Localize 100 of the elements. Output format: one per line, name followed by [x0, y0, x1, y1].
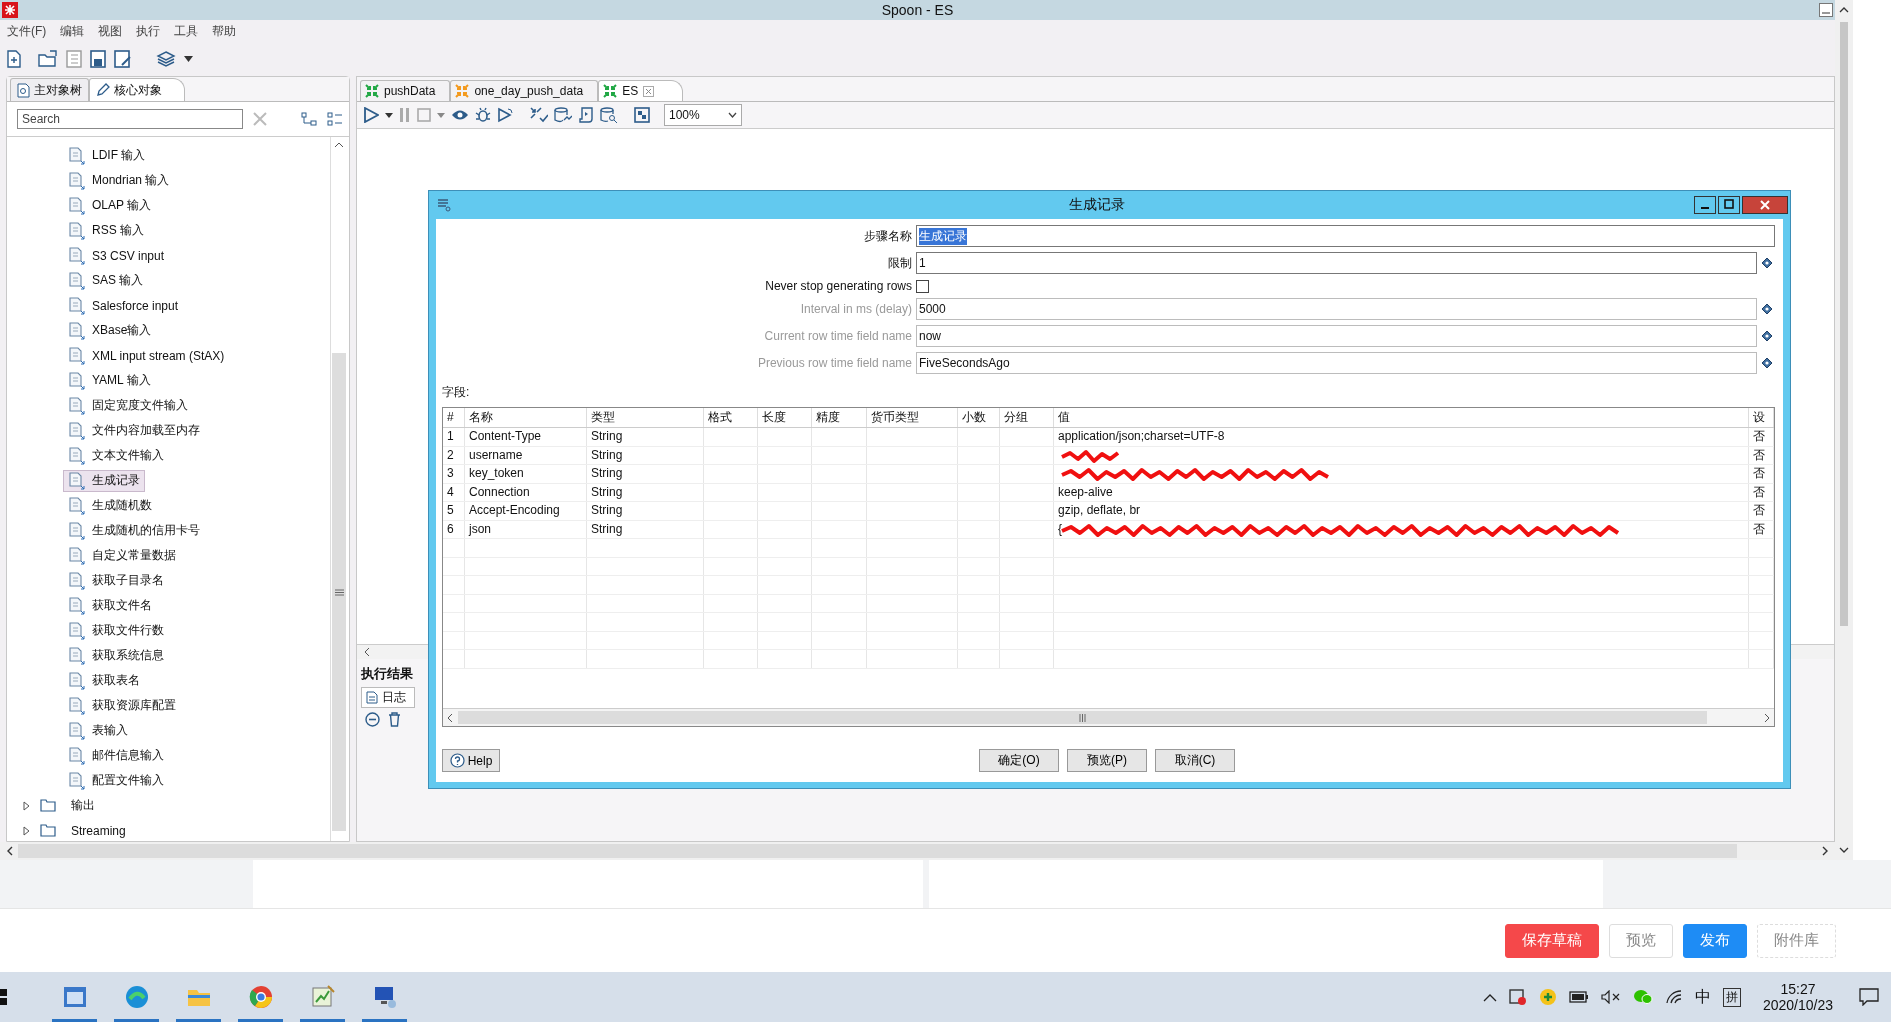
- open-folder-icon[interactable]: [38, 50, 58, 68]
- menu-item[interactable]: 工具: [174, 22, 199, 40]
- menu-item[interactable]: 文件(F): [7, 22, 47, 40]
- column-header[interactable]: 精度: [812, 408, 867, 427]
- scroll-left-icon[interactable]: [6, 846, 14, 856]
- tree-item[interactable]: SAS 输入: [63, 269, 149, 292]
- clock-time[interactable]: 15:27: [1780, 981, 1816, 997]
- input-method-indicator[interactable]: 拼: [1722, 987, 1741, 1007]
- scrollbar[interactable]: [1835, 0, 1853, 860]
- maximize-icon[interactable]: [1718, 196, 1740, 214]
- taskbar-app-icon[interactable]: [61, 984, 88, 1010]
- tree-item[interactable]: S3 CSV input: [63, 244, 170, 267]
- scrollbar[interactable]: [330, 137, 347, 841]
- scroll-up-icon[interactable]: [334, 141, 344, 149]
- start-icon[interactable]: [0, 988, 8, 1006]
- tree-item[interactable]: 获取子目录名: [63, 569, 169, 592]
- panel-tab[interactable]: 主对象树: [10, 78, 89, 101]
- scrollbar[interactable]: [443, 708, 1774, 726]
- menu-item[interactable]: 执行: [136, 22, 161, 40]
- tree-item[interactable]: 获取文件行数: [63, 619, 169, 642]
- eye-icon[interactable]: [451, 109, 469, 121]
- remove-icon[interactable]: [365, 712, 380, 727]
- text-field[interactable]: 1: [916, 252, 1757, 274]
- dialog-button[interactable]: 确定(O): [979, 749, 1059, 772]
- log-tab[interactable]: 日志: [361, 687, 415, 708]
- column-header[interactable]: 设: [1749, 408, 1774, 427]
- run-icon[interactable]: [363, 107, 379, 123]
- panel-tab[interactable]: 核心对象: [89, 78, 185, 101]
- tree-item[interactable]: 输出: [68, 795, 98, 816]
- expand-arrow-icon[interactable]: [23, 800, 30, 811]
- taskbar-app-icon[interactable]: [123, 984, 150, 1010]
- page-button[interactable]: 保存草稿: [1505, 923, 1599, 958]
- tree-item[interactable]: 获取资源库配置: [63, 694, 181, 717]
- notification-icon[interactable]: [1859, 988, 1879, 1006]
- variable-icon[interactable]: [1761, 257, 1773, 269]
- replay-icon[interactable]: [497, 107, 514, 123]
- battery-icon[interactable]: [1568, 991, 1589, 1003]
- tree-item[interactable]: 获取文件名: [63, 594, 157, 617]
- clock-date[interactable]: 2020/10/23: [1762, 997, 1833, 1013]
- page-button[interactable]: 预览: [1609, 923, 1673, 958]
- column-header[interactable]: 货币类型: [867, 408, 958, 427]
- tree-item[interactable]: 获取表名: [63, 669, 145, 692]
- save-as-icon[interactable]: [114, 50, 132, 68]
- bug-icon[interactable]: [475, 107, 491, 123]
- tree-item[interactable]: 配置文件输入: [63, 769, 169, 792]
- list-icon[interactable]: [327, 112, 343, 126]
- save-icon[interactable]: [90, 50, 106, 68]
- new-file-icon[interactable]: [6, 50, 22, 68]
- column-header[interactable]: #: [443, 408, 465, 427]
- menu-item[interactable]: 视图: [98, 22, 123, 40]
- tray-app-icon[interactable]: [1508, 988, 1527, 1006]
- taskbar-app-icon[interactable]: [309, 984, 336, 1010]
- tree-item[interactable]: YAML 输入: [63, 369, 156, 392]
- page-button[interactable]: 附件库: [1757, 923, 1836, 958]
- scrollbar-thumb[interactable]: [1840, 22, 1848, 626]
- column-header[interactable]: 类型: [587, 408, 704, 427]
- script-icon[interactable]: [578, 107, 594, 123]
- file-tab[interactable]: one_day_push_data: [450, 80, 599, 101]
- column-header[interactable]: 格式: [704, 408, 758, 427]
- caret-icon[interactable]: [184, 56, 193, 62]
- column-header[interactable]: 小数: [958, 408, 1000, 427]
- scrollbar-thumb[interactable]: [458, 711, 1707, 724]
- trash-icon[interactable]: [388, 712, 401, 727]
- tree-item[interactable]: XBase输入: [63, 319, 157, 342]
- column-header[interactable]: 名称: [465, 408, 587, 427]
- chevron-up-icon[interactable]: [1482, 992, 1497, 1002]
- file-tab[interactable]: ES: [598, 80, 684, 101]
- tree-item[interactable]: Mondrian 输入: [63, 169, 175, 192]
- scroll-down-icon[interactable]: [1839, 846, 1849, 854]
- tray-app-icon[interactable]: [1538, 988, 1557, 1006]
- tree-item[interactable]: 文本文件输入: [63, 444, 169, 467]
- tree-item[interactable]: 邮件信息输入: [63, 744, 169, 767]
- layers-icon[interactable]: [156, 50, 176, 68]
- grid-icon[interactable]: [634, 107, 650, 123]
- tree-item[interactable]: 获取系统信息: [63, 644, 169, 667]
- file-tab[interactable]: pushData: [360, 80, 451, 101]
- wifi-icon[interactable]: [1664, 989, 1683, 1005]
- database-chart-icon[interactable]: [554, 107, 572, 123]
- expand-arrow-icon[interactable]: [23, 825, 30, 836]
- caret-icon[interactable]: [385, 112, 393, 118]
- scrollbar-thumb[interactable]: [332, 353, 346, 831]
- help-button[interactable]: Help: [442, 749, 500, 772]
- check-icon[interactable]: [530, 107, 548, 123]
- input-method-indicator[interactable]: 中: [1694, 986, 1711, 1008]
- menu-item[interactable]: 帮助: [212, 22, 237, 40]
- scroll-left-icon[interactable]: [363, 647, 371, 657]
- menu-item[interactable]: 编辑: [60, 22, 85, 40]
- database-search-icon[interactable]: [600, 107, 618, 123]
- scroll-right-icon[interactable]: [1763, 712, 1771, 723]
- tree-item[interactable]: XML input stream (StAX): [63, 344, 230, 367]
- muted-speaker-icon[interactable]: [1600, 990, 1621, 1004]
- tree-item[interactable]: 固定宽度文件输入: [63, 394, 193, 417]
- tree-item[interactable]: 生成随机数: [63, 494, 157, 517]
- tree-item[interactable]: OLAP 输入: [63, 194, 157, 217]
- column-header[interactable]: 长度: [758, 408, 812, 427]
- zoom-dropdown[interactable]: 100%: [664, 104, 742, 126]
- tree-item[interactable]: Salesforce input: [63, 294, 184, 317]
- scroll-right-icon[interactable]: [1821, 846, 1829, 856]
- column-header[interactable]: 值: [1054, 408, 1749, 427]
- minimize-icon[interactable]: [1819, 3, 1833, 17]
